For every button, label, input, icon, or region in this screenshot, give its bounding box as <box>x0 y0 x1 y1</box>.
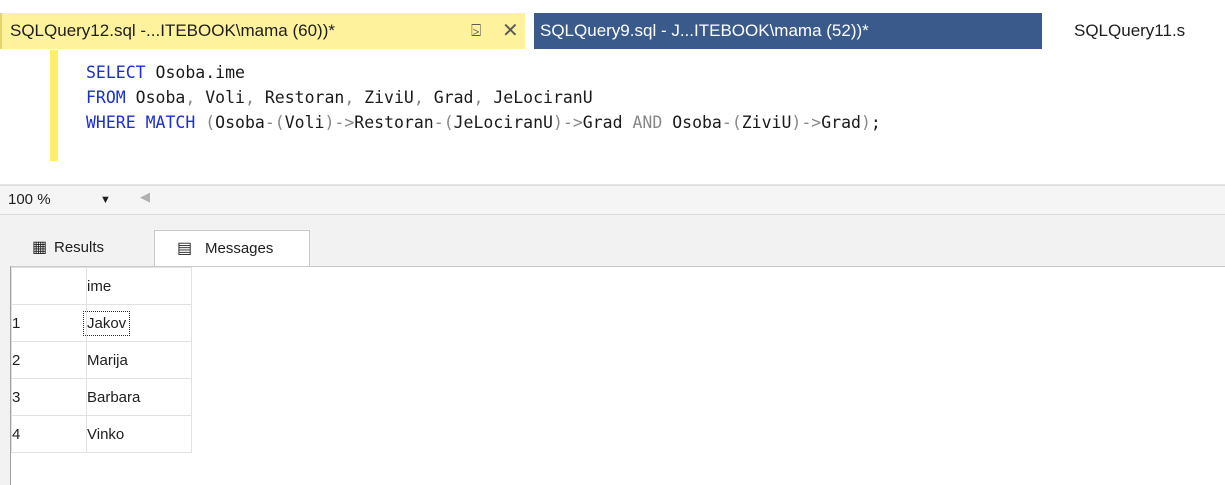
cell-ime[interactable]: Barbara <box>86 378 192 416</box>
results-grid: ime 1 Jakov 2 Marija 3 Barbara 4 Vinko <box>10 266 1225 485</box>
row-number[interactable]: 3 <box>11 378 87 416</box>
row-number[interactable]: 1 <box>11 304 87 342</box>
tab-sqlquery11[interactable]: SQLQuery11.s <box>1042 13 1225 49</box>
table-row: 2 Marija <box>11 341 192 379</box>
cell-ime[interactable]: Jakov <box>83 304 192 342</box>
scroll-left-icon[interactable]: ◀ <box>140 189 150 205</box>
code-line-3: WHERE MATCH (Osoba-(Voli)->Restoran-(JeL… <box>86 113 881 132</box>
messages-tab-label: Messages <box>205 240 274 257</box>
code-line-2: FROM Osoba, Voli, Restoran, ZiviU, Grad,… <box>86 88 593 107</box>
tab-label: SQLQuery12.sql -...ITEBOOK\mama (60))* <box>10 21 335 40</box>
chevron-down-icon[interactable]: ▼ <box>100 189 111 211</box>
column-header-ime[interactable]: ime <box>86 267 192 305</box>
results-tab-label: Results <box>54 239 105 256</box>
table-row: 1 Jakov <box>11 304 192 342</box>
tab-sqlquery9[interactable]: SQLQuery9.sql - J...ITEBOOK\mama (52))* <box>534 13 1042 49</box>
tab-label: SQLQuery9.sql - J...ITEBOOK\mama (52))* <box>540 21 869 40</box>
cell-ime[interactable]: Marija <box>86 341 192 379</box>
results-pane: ▦ Results ▤ Messages ime 1 Jakov 2 Marij… <box>0 215 1225 485</box>
table-row: 4 Vinko <box>11 415 192 453</box>
table-row: 3 Barbara <box>11 378 192 416</box>
query-editor[interactable]: SELECT Osoba.ime FROM Osoba, Voli, Resto… <box>0 50 1225 185</box>
sql-code[interactable]: SELECT Osoba.ime FROM Osoba, Voli, Resto… <box>86 60 881 135</box>
pin-icon[interactable]: ⍄ <box>471 13 481 49</box>
results-table: ime 1 Jakov 2 Marija 3 Barbara 4 Vinko <box>11 267 192 453</box>
grid-icon: ▦ <box>32 239 48 256</box>
editor-status-bar: 100 % ▼ ◀ <box>0 185 1225 215</box>
cell-ime[interactable]: Vinko <box>86 415 192 453</box>
tab-sqlquery12[interactable]: SQLQuery12.sql -...ITEBOOK\mama (60))* ⍄… <box>0 13 525 49</box>
tab-label: SQLQuery11.s <box>1074 21 1186 40</box>
zoom-dropdown[interactable]: 100 % ▼ <box>8 189 128 211</box>
cell-value: Jakov <box>81 309 132 338</box>
code-line-1: SELECT Osoba.ime <box>86 63 245 82</box>
tab-messages[interactable]: ▤ Messages <box>154 230 310 266</box>
row-number[interactable]: 2 <box>11 341 87 379</box>
zoom-value: 100 % <box>8 191 51 208</box>
row-number[interactable]: 4 <box>11 415 87 453</box>
table-header-row: ime <box>11 267 192 305</box>
row-header-corner[interactable] <box>11 267 87 305</box>
close-icon[interactable]: ✕ <box>502 13 519 49</box>
document-tab-strip: SQLQuery12.sql -...ITEBOOK\mama (60))* ⍄… <box>0 0 1225 50</box>
tab-results[interactable]: ▦ Results <box>20 230 154 266</box>
messages-icon: ▤ <box>177 240 193 257</box>
change-indicator-bar <box>50 50 58 161</box>
